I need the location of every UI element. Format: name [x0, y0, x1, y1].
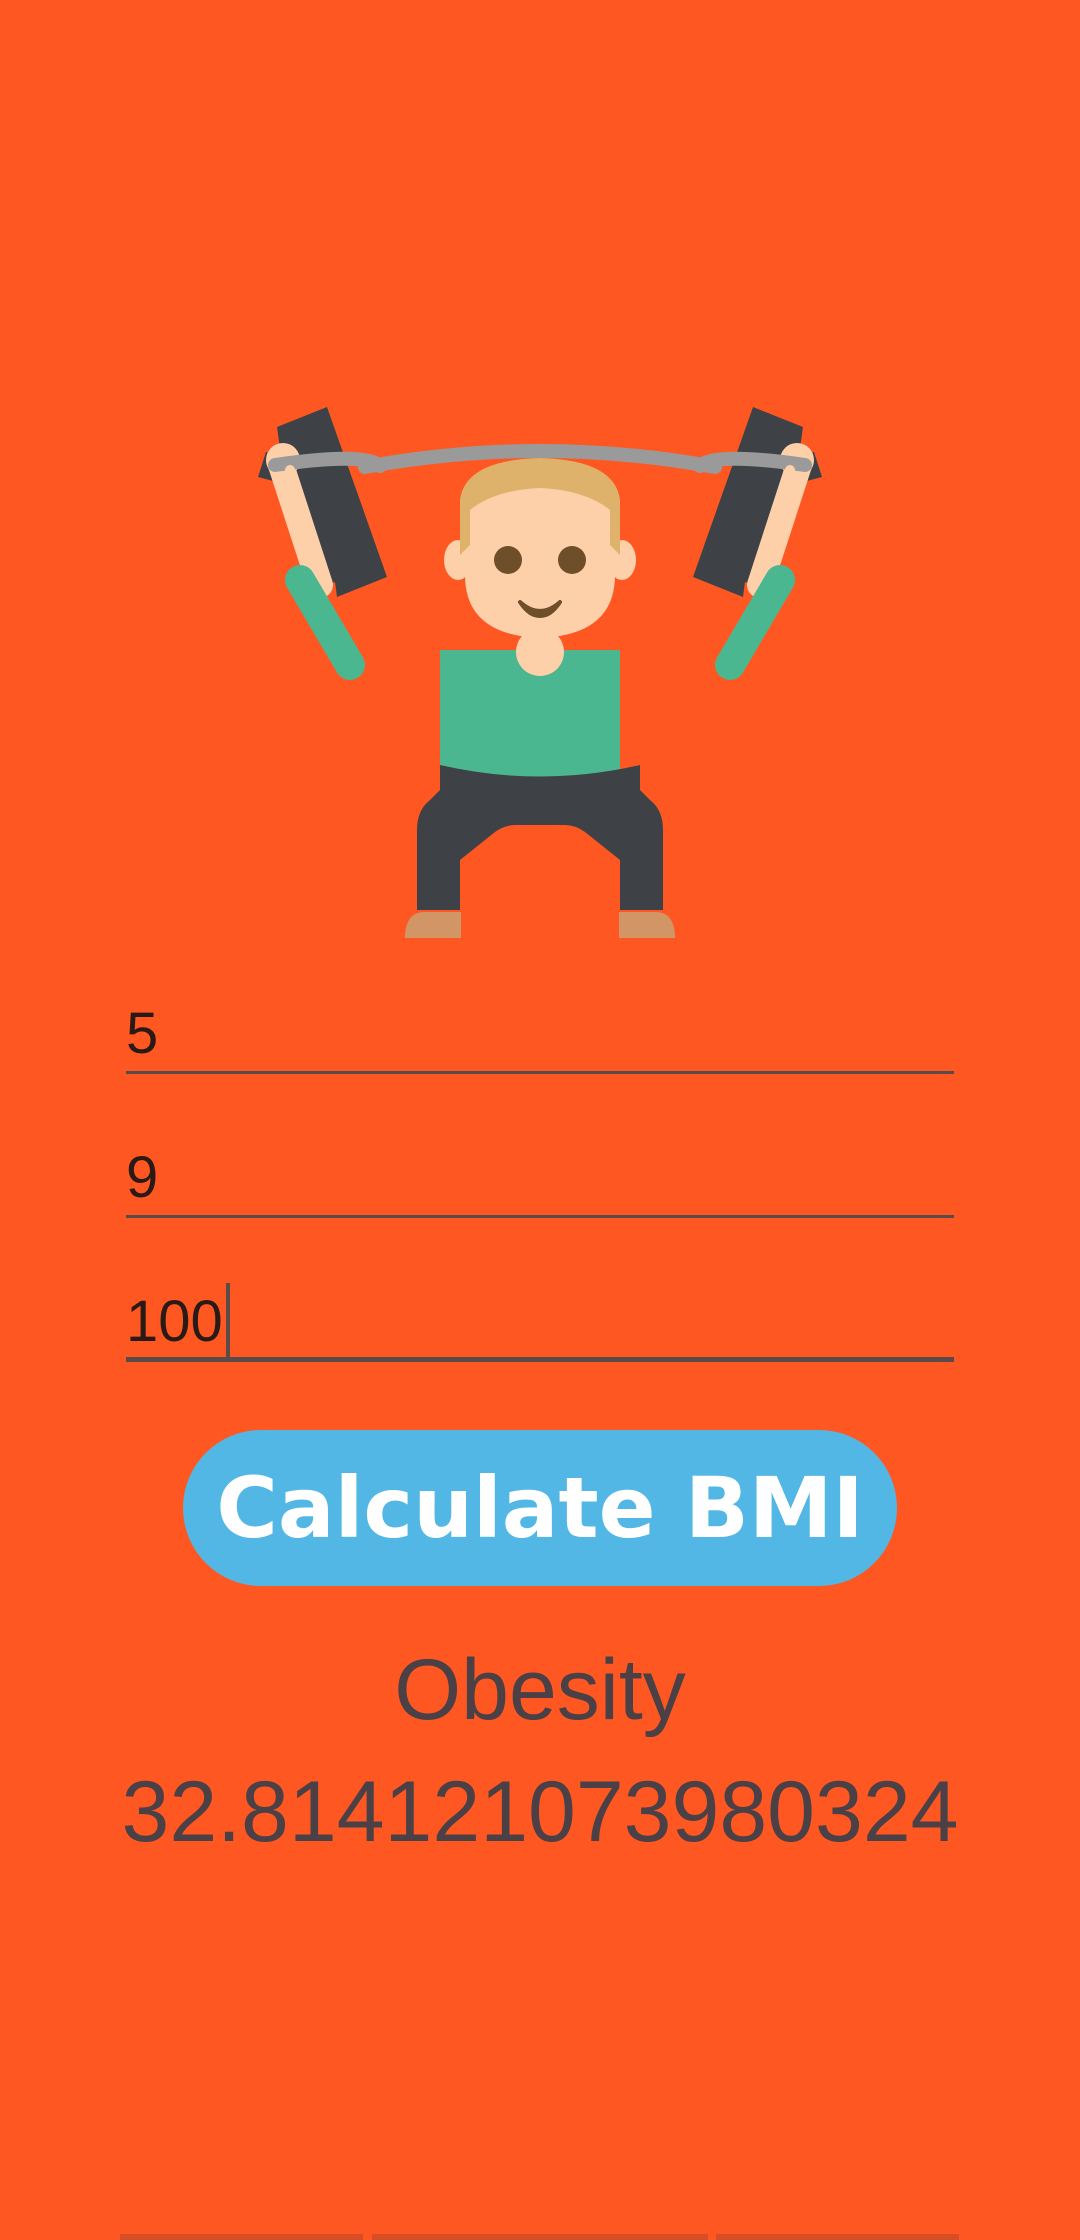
calculate-bmi-button[interactable]: Calculate BMI: [183, 1430, 897, 1586]
nav-bar-segment-center: [372, 2234, 708, 2240]
inches-input-value: 9: [126, 1145, 159, 1210]
nav-bar-segment-left: [120, 2234, 363, 2240]
navigation-bar: [0, 2232, 1080, 2240]
bmi-category-text: Obesity: [394, 1642, 686, 1738]
bmi-value-text: 32.814121073980324: [121, 1764, 959, 1860]
text-cursor: [225, 1282, 230, 1361]
weight-input[interactable]: 100: [126, 1282, 954, 1362]
bmi-calculator-screen: 5 9 100 Calculate BMI Obesity 32.8141210…: [0, 0, 1080, 2240]
feet-input[interactable]: 5: [126, 994, 954, 1074]
weight-input-underline: [126, 1357, 954, 1362]
inches-input-underline: [126, 1215, 954, 1218]
feet-input-value: 5: [126, 1001, 159, 1066]
weight-input-value: 100: [126, 1289, 223, 1354]
feet-input-underline: [126, 1071, 954, 1074]
weight-input-value-wrap: 100: [126, 1282, 230, 1362]
nav-bar-segment-right: [716, 2234, 959, 2240]
weightlifter-icon: [258, 407, 822, 938]
inches-input[interactable]: 9: [126, 1138, 954, 1218]
